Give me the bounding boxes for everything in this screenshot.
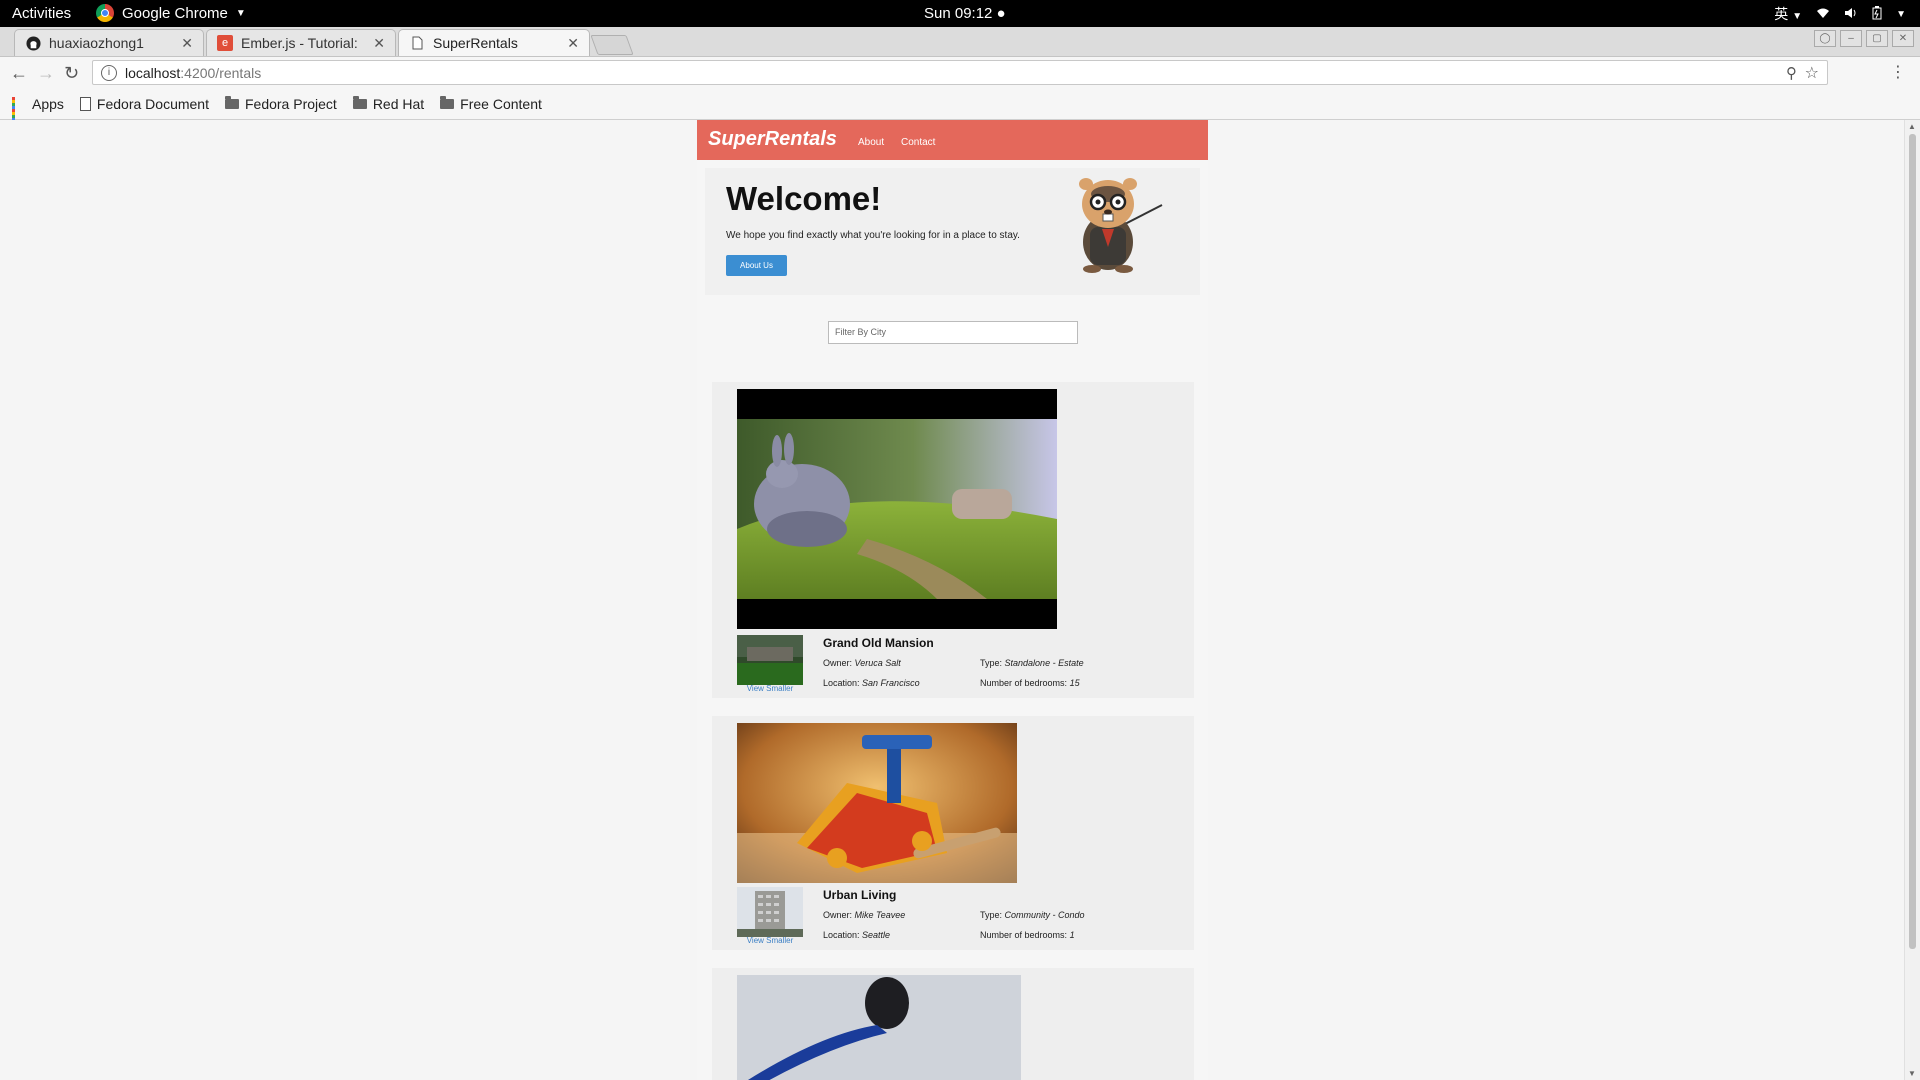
- close-icon[interactable]: ✕: [181, 35, 193, 52]
- page-scrollbar[interactable]: ▲ ▼: [1904, 120, 1920, 1080]
- rental-card-urban-living: View Smaller Urban Living Owner: Mike Te…: [712, 716, 1194, 950]
- system-tray[interactable]: 英 ▼ ▼: [1774, 4, 1906, 24]
- page-icon: [79, 97, 91, 111]
- github-icon: [25, 35, 41, 51]
- url-path: :4200/rentals: [180, 64, 262, 81]
- close-icon[interactable]: ✕: [567, 35, 579, 52]
- tab-github[interactable]: huaxiaozhong1 ✕: [14, 29, 204, 56]
- input-method-indicator[interactable]: 英 ▼: [1774, 4, 1802, 24]
- back-arrow-icon[interactable]: ←: [10, 63, 28, 84]
- url-host: localhost: [125, 64, 181, 81]
- rental-image-thumbnail[interactable]: [737, 887, 803, 937]
- view-smaller-link[interactable]: View Smaller: [737, 684, 803, 693]
- brand-logo[interactable]: SuperRentals: [708, 128, 837, 151]
- tab-title: huaxiaozhong1: [49, 35, 144, 51]
- tab-superrentals[interactable]: SuperRentals ✕: [398, 29, 590, 56]
- bookmark-fedora-docs[interactable]: Fedora Document: [79, 96, 209, 112]
- tab-strip: huaxiaozhong1 ✕ e Ember.js - Tutorial: ✕…: [0, 27, 1920, 57]
- view-smaller-link[interactable]: View Smaller: [737, 936, 803, 945]
- clock[interactable]: Sun 09:12 ●: [924, 5, 1006, 22]
- tab-ember-tutorial[interactable]: e Ember.js - Tutorial: ✕: [206, 29, 396, 56]
- scroll-up-icon[interactable]: ▲: [1908, 122, 1916, 131]
- rental-image-thumbnail[interactable]: [737, 635, 803, 685]
- tab-title: SuperRentals: [433, 35, 518, 51]
- chevron-down-icon: ▼: [235, 7, 246, 19]
- scroll-down-icon[interactable]: ▼: [1908, 1069, 1916, 1078]
- site-header: SuperRentals About Contact: [697, 120, 1208, 160]
- search-icon[interactable]: ⚲: [1786, 64, 1797, 82]
- app-menu[interactable]: Google Chrome ▼: [96, 4, 246, 22]
- minimize-button[interactable]: –: [1840, 30, 1862, 47]
- info-icon[interactable]: i: [101, 64, 117, 81]
- forward-arrow-icon[interactable]: →: [37, 63, 55, 84]
- app-name: Google Chrome: [122, 4, 228, 22]
- rental-image-large[interactable]: [737, 975, 1021, 1080]
- ember-icon: e: [217, 35, 233, 51]
- superrentals-app: SuperRentals About Contact Welcome! We h…: [697, 120, 1208, 1080]
- chrome-icon: [96, 4, 114, 22]
- window-controls: ◯ – ▢ ✕: [1814, 30, 1914, 47]
- reload-icon[interactable]: ↻: [64, 63, 79, 84]
- bookmark-fedora-project[interactable]: Fedora Project: [224, 96, 337, 112]
- rental-bedrooms: Number of bedrooms: 1: [980, 930, 1075, 940]
- welcome-lead: We hope you find exactly what you're loo…: [726, 230, 1020, 241]
- tab-title: Ember.js - Tutorial:: [241, 35, 358, 51]
- rental-image-large[interactable]: [737, 723, 1017, 883]
- battery-icon: [1872, 5, 1882, 23]
- system-top-bar: Activities Google Chrome ▼ Sun 09:12 ● 英…: [0, 0, 1920, 27]
- rental-owner: Owner: Mike Teavee: [823, 910, 906, 920]
- folder-icon: [352, 96, 367, 109]
- welcome-heading: Welcome!: [726, 180, 882, 217]
- profile-icon[interactable]: ◯: [1814, 30, 1836, 47]
- chevron-down-icon: ▼: [1792, 11, 1803, 22]
- rental-bedrooms: Number of bedrooms: 15: [980, 678, 1080, 688]
- welcome-jumbotron: Welcome! We hope you find exactly what y…: [705, 168, 1200, 295]
- bookmarks-bar: Apps Fedora Document Fedora Project Red …: [0, 89, 1920, 124]
- rental-card-grand-old-mansion: View Smaller Grand Old Mansion Owner: Ve…: [712, 382, 1194, 698]
- chevron-down-icon: ▼: [1896, 8, 1906, 20]
- activities-button[interactable]: Activities: [12, 5, 71, 22]
- address-bar[interactable]: i localhost:4200/rentals ⚲ ☆: [92, 60, 1828, 85]
- nav-contact-link[interactable]: Contact: [901, 137, 935, 148]
- volume-icon: [1844, 6, 1858, 22]
- bookmark-star-icon[interactable]: ☆: [1805, 63, 1819, 83]
- rental-card-third: [712, 968, 1194, 1080]
- browser-toolbar: ← → ↻ i localhost:4200/rentals ⚲ ☆: [0, 57, 1920, 89]
- close-icon[interactable]: ✕: [373, 35, 385, 52]
- rental-image-large[interactable]: [737, 389, 1057, 629]
- apps-grid-icon: [12, 97, 26, 124]
- new-tab-button[interactable]: [590, 35, 634, 55]
- rental-type: Type: Standalone - Estate: [980, 658, 1084, 668]
- wifi-icon: [1816, 6, 1830, 22]
- folder-icon: [440, 96, 455, 109]
- bookmark-apps[interactable]: Apps: [12, 96, 64, 124]
- close-window-button[interactable]: ✕: [1892, 30, 1914, 47]
- rental-location: Location: San Francisco: [823, 678, 920, 688]
- rental-title: Urban Living: [823, 888, 897, 902]
- page-icon: [409, 35, 425, 51]
- rental-owner: Owner: Veruca Salt: [823, 658, 901, 668]
- about-us-button[interactable]: About Us: [726, 255, 787, 276]
- rental-title: Grand Old Mansion: [823, 636, 934, 650]
- page-viewport: SuperRentals About Contact Welcome! We h…: [0, 120, 1905, 1080]
- tomster-mascot-icon: [1070, 172, 1165, 279]
- filter-by-city-input[interactable]: Filter By City: [828, 321, 1078, 344]
- scrollbar-thumb[interactable]: [1909, 134, 1916, 949]
- maximize-button[interactable]: ▢: [1866, 30, 1888, 47]
- chrome-menu-icon[interactable]: ⋮: [1890, 62, 1906, 82]
- rental-type: Type: Community - Condo: [980, 910, 1085, 920]
- bookmark-red-hat[interactable]: Red Hat: [352, 96, 424, 112]
- bookmark-free-content[interactable]: Free Content: [440, 96, 542, 112]
- folder-icon: [224, 96, 239, 109]
- rental-location: Location: Seattle: [823, 930, 891, 940]
- nav-about-link[interactable]: About: [858, 137, 884, 148]
